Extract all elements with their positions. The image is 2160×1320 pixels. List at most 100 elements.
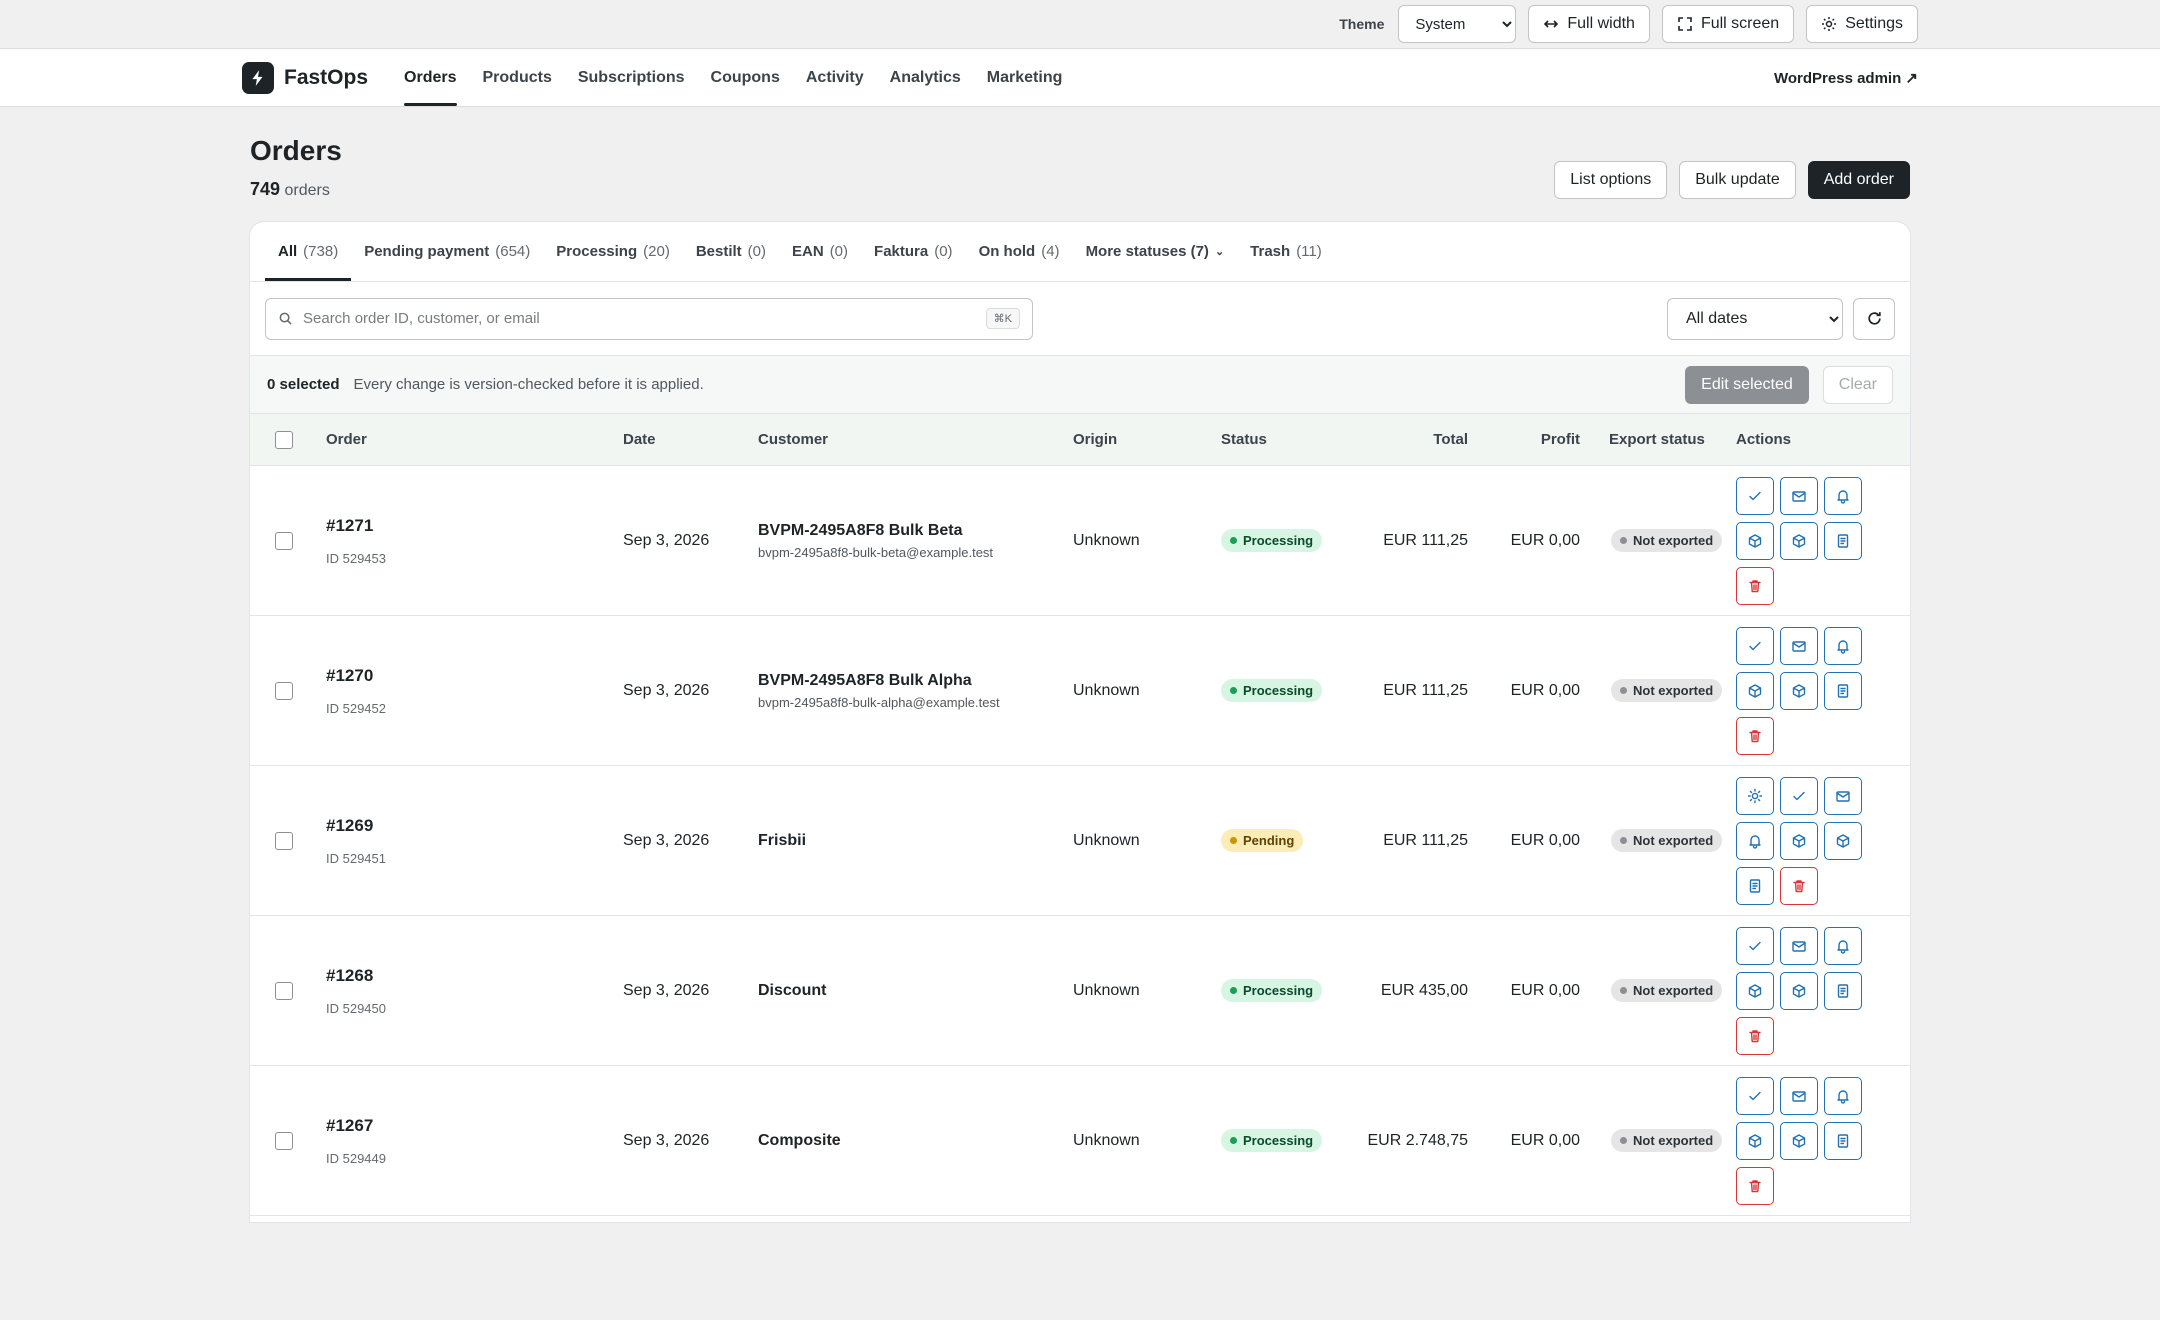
action-box-button[interactable] (1824, 821, 1862, 860)
tab-processing[interactable]: Processing (20) (543, 222, 683, 281)
tab-trash[interactable]: Trash (11) (1237, 222, 1335, 281)
order-number[interactable]: #1268 (326, 966, 623, 986)
table-row[interactable]: #1266ID 529448 Sep 3, 2026 Bodil Ventila… (250, 1216, 1910, 1222)
action-sun-button[interactable] (1736, 776, 1774, 815)
action-trash-button[interactable] (1736, 1166, 1774, 1205)
order-number[interactable]: #1271 (326, 516, 623, 536)
settings-button[interactable]: Settings (1806, 5, 1918, 43)
nav-item-orders[interactable]: Orders (404, 49, 457, 106)
customer-name[interactable]: BVPM-2495A8F8 Bulk Alpha (758, 672, 1073, 690)
clear-button[interactable]: Clear (1822, 365, 1893, 404)
row-checkbox[interactable] (275, 531, 293, 550)
expand-icon (1678, 17, 1692, 31)
action-invoice-button[interactable] (1824, 671, 1862, 710)
action-trash-button[interactable] (1736, 716, 1774, 755)
action-check-button[interactable] (1736, 1076, 1774, 1115)
action-trash-button[interactable] (1736, 1016, 1774, 1055)
action-box-button[interactable] (1736, 1121, 1774, 1160)
order-number[interactable]: #1267 (326, 1116, 623, 1136)
action-invoice-button[interactable] (1824, 1121, 1862, 1160)
action-box-button[interactable] (1736, 521, 1774, 560)
col-order[interactable]: Order (326, 431, 623, 448)
date-filter-select[interactable]: All dates (1667, 297, 1843, 340)
action-bell-button[interactable] (1736, 821, 1774, 860)
action-check-button[interactable] (1736, 476, 1774, 515)
tab-more-statuses-7[interactable]: More statuses (7) ⌄ (1073, 222, 1238, 281)
action-mail-button[interactable] (1780, 626, 1818, 665)
full-width-button[interactable]: Full width (1528, 5, 1650, 43)
nav-item-coupons[interactable]: Coupons (711, 49, 780, 106)
full-screen-button[interactable]: Full screen (1661, 5, 1795, 43)
export-status-badge: Not exported (1611, 1129, 1723, 1152)
action-trash-button[interactable] (1780, 866, 1818, 905)
action-box-button[interactable] (1736, 671, 1774, 710)
tab-bestilt[interactable]: Bestilt (0) (683, 222, 779, 281)
col-date[interactable]: Date (623, 431, 758, 448)
order-number[interactable]: #1270 (326, 666, 623, 686)
brand[interactable]: FastOps (242, 61, 368, 94)
tab-pending-payment[interactable]: Pending payment (654) (351, 222, 543, 281)
tab-all[interactable]: All (738) (265, 222, 352, 281)
tab-ean[interactable]: EAN (0) (779, 222, 861, 281)
col-customer[interactable]: Customer (758, 431, 1073, 448)
table-row[interactable]: #1270 ID 529452 Sep 3, 2026 BVPM-2495A8F8… (250, 616, 1910, 766)
action-invoice-button[interactable] (1736, 866, 1774, 905)
order-number[interactable]: #1269 (326, 816, 623, 836)
nav-item-analytics[interactable]: Analytics (890, 49, 961, 106)
trash-icon (1749, 729, 1761, 742)
action-invoice-button[interactable] (1824, 521, 1862, 560)
order-total: EUR 111,25 (1383, 681, 1468, 699)
table-row[interactable]: #1269 ID 529451 Sep 3, 2026 Frisbii Unkno… (250, 766, 1910, 916)
customer-name[interactable]: BVPM-2495A8F8 Bulk Beta (758, 522, 1073, 540)
customer-name[interactable]: Composite (758, 1132, 1073, 1150)
tab-faktura[interactable]: Faktura (0) (861, 222, 966, 281)
nav-item-marketing[interactable]: Marketing (987, 49, 1063, 106)
row-checkbox[interactable] (275, 831, 293, 850)
edit-selected-button[interactable]: Edit selected (1685, 365, 1809, 404)
table-row[interactable]: #1268 ID 529450 Sep 3, 2026 Discount Unkn… (250, 916, 1910, 1066)
action-mail-button[interactable] (1824, 776, 1862, 815)
action-box-button[interactable] (1736, 971, 1774, 1010)
action-bell-button[interactable] (1824, 1076, 1862, 1115)
bulk-update-button[interactable]: Bulk update (1679, 161, 1796, 199)
col-total[interactable]: Total (1358, 431, 1468, 448)
action-trash-button[interactable] (1736, 566, 1774, 605)
row-checkbox[interactable] (275, 1131, 293, 1150)
bell-icon (1837, 939, 1849, 954)
nav-item-activity[interactable]: Activity (806, 49, 864, 106)
action-bell-button[interactable] (1824, 926, 1862, 965)
tab-on-hold[interactable]: On hold (4) (966, 222, 1073, 281)
action-box-button[interactable] (1780, 671, 1818, 710)
order-id: ID 529449 (326, 1150, 386, 1166)
action-check-button[interactable] (1736, 626, 1774, 665)
row-checkbox[interactable] (275, 981, 293, 1000)
search-placeholder: Search order ID, customer, or email (303, 310, 540, 327)
action-box-button[interactable] (1780, 821, 1818, 860)
refresh-button[interactable] (1853, 297, 1895, 340)
action-check-button[interactable] (1780, 776, 1818, 815)
wordpress-admin-link[interactable]: WordPress admin ↗ (1774, 69, 1918, 87)
table-row[interactable]: #1267 ID 529449 Sep 3, 2026 Composite Unk… (250, 1066, 1910, 1216)
invoice-icon (1837, 533, 1849, 548)
list-options-button[interactable]: List options (1554, 161, 1668, 199)
search-input[interactable]: Search order ID, customer, or email ⌘K (265, 297, 1033, 340)
customer-name[interactable]: Frisbii (758, 832, 1073, 850)
action-mail-button[interactable] (1780, 926, 1818, 965)
action-mail-button[interactable] (1780, 1076, 1818, 1115)
action-mail-button[interactable] (1780, 476, 1818, 515)
action-bell-button[interactable] (1824, 626, 1862, 665)
add-order-button[interactable]: Add order (1807, 161, 1910, 199)
nav-item-subscriptions[interactable]: Subscriptions (578, 49, 685, 106)
action-box-button[interactable] (1780, 1121, 1818, 1160)
nav-item-products[interactable]: Products (483, 49, 552, 106)
action-box-button[interactable] (1780, 521, 1818, 560)
action-bell-button[interactable] (1824, 476, 1862, 515)
customer-name[interactable]: Discount (758, 982, 1073, 1000)
theme-select[interactable]: System (1398, 5, 1517, 43)
action-invoice-button[interactable] (1824, 971, 1862, 1010)
action-box-button[interactable] (1780, 971, 1818, 1010)
table-row[interactable]: #1271 ID 529453 Sep 3, 2026 BVPM-2495A8F8… (250, 466, 1910, 616)
row-checkbox[interactable] (275, 681, 293, 700)
action-check-button[interactable] (1736, 926, 1774, 965)
select-all-checkbox[interactable] (275, 430, 293, 449)
